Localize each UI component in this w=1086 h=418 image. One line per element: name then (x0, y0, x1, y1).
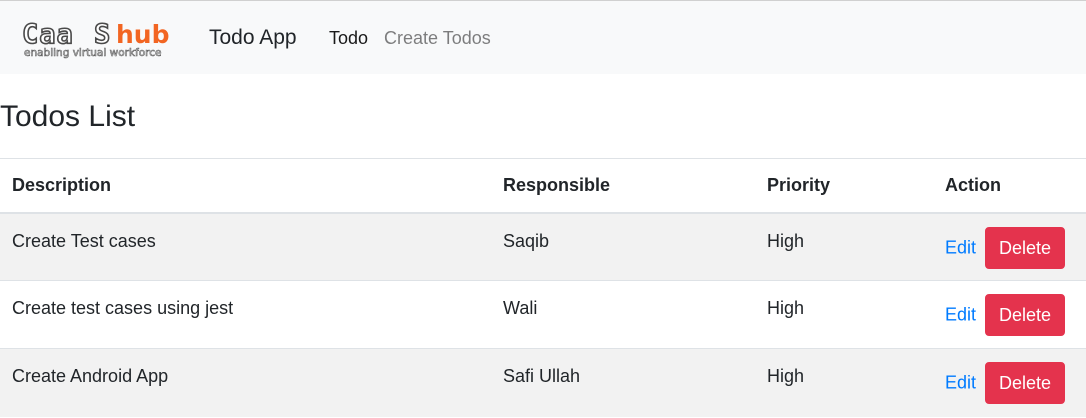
edit-link[interactable]: Edit (945, 373, 976, 393)
svg-text:Caa: Caa (22, 19, 74, 50)
delete-button[interactable]: Delete (985, 294, 1066, 336)
edit-link[interactable]: Edit (945, 237, 976, 257)
todo-description: Create Test cases (0, 212, 491, 281)
todo-actions: Edit Delete (933, 212, 1086, 281)
todo-priority: High (755, 280, 933, 349)
navbar: Caa S hub enabling virtual workforce Tod… (0, 0, 1086, 74)
column-header-priority: Priority (755, 158, 933, 214)
column-header-description: Description (0, 158, 491, 214)
todos-table: Description Responsible Priority Action … (0, 158, 1086, 417)
column-header-action: Action (933, 158, 1086, 214)
delete-button[interactable]: Delete (985, 226, 1066, 269)
todo-priority: High (755, 212, 933, 281)
svg-text:S: S (94, 19, 110, 50)
todo-responsible: Safi Ullah (491, 348, 755, 417)
column-header-responsible: Responsible (491, 158, 755, 214)
todo-actions: Edit Delete (933, 348, 1086, 417)
caashub-logo-image: Caa S hub enabling virtual workforce (21, 18, 170, 59)
todo-responsible: Wali (491, 280, 755, 349)
todo-responsible: Saqib (491, 212, 755, 281)
page-title: Todos List (0, 100, 136, 133)
brand-logo[interactable]: Caa S hub enabling virtual workforce (20, 16, 190, 60)
delete-button[interactable]: Delete (985, 362, 1066, 404)
nav-link-todo[interactable]: Todo (329, 27, 368, 49)
svg-text:hub: hub (116, 20, 170, 49)
todo-description: Create test cases using jest (0, 280, 491, 349)
table-row: Create Test cases Saqib High Edit Delete (0, 212, 1086, 281)
app-brand[interactable]: Todo App (209, 25, 297, 51)
todo-description: Create Android App (0, 348, 491, 417)
todo-actions: Edit Delete (933, 280, 1086, 349)
svg-text:enabling virtual workforce: enabling virtual workforce (24, 47, 161, 59)
table-row: Create test cases using jest Wali High E… (0, 280, 1086, 349)
nav-link-create-todos[interactable]: Create Todos (384, 27, 491, 49)
edit-link[interactable]: Edit (945, 305, 976, 325)
table-header: Description Responsible Priority Action (0, 158, 1086, 214)
todo-priority: High (755, 348, 933, 417)
table-row: Create Android App Safi Ullah High Edit … (0, 348, 1086, 417)
